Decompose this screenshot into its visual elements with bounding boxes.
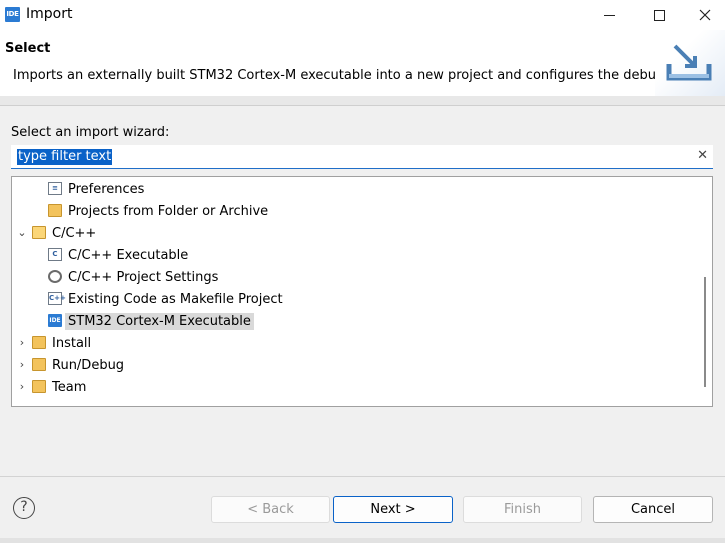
page-description: Imports an externally built STM32 Cortex… — [13, 68, 689, 83]
clear-filter-icon[interactable]: ✕ — [697, 148, 708, 163]
wizard-tree[interactable]: ≡ Preferences Projects from Folder or Ar… — [11, 176, 713, 407]
tree-item-projects-from-folder[interactable]: Projects from Folder or Archive — [12, 200, 692, 222]
tree-item-makefile-project[interactable]: C++ Existing Code as Makefile Project — [12, 288, 692, 310]
tree-item-label: Projects from Folder or Archive — [68, 204, 269, 219]
project-settings-icon — [48, 270, 62, 283]
title-bar: IDE Import — [0, 0, 725, 30]
cancel-button[interactable]: Cancel — [593, 496, 713, 523]
folder-open-icon — [32, 226, 46, 239]
tree-scrollbar[interactable] — [704, 277, 706, 387]
wizard-select-label: Select an import wizard: — [11, 125, 170, 140]
tree-item-label: C/C++ — [52, 226, 97, 241]
tree-item-stm32-executable[interactable]: IDE STM32 Cortex-M Executable — [12, 310, 692, 332]
tree-item-preferences[interactable]: ≡ Preferences — [12, 178, 692, 200]
tree-item-label-selected: STM32 Cortex-M Executable — [65, 313, 254, 330]
import-wizard-graphic — [655, 30, 725, 96]
chevron-right-icon[interactable]: › — [17, 358, 27, 371]
preferences-icon: ≡ — [48, 182, 62, 195]
filter-text[interactable]: type filter text — [17, 149, 113, 165]
next-button[interactable]: Next > — [333, 496, 453, 523]
app-icon: IDE — [5, 7, 20, 22]
folder-icon — [32, 336, 46, 349]
makefile-project-icon: C++ — [48, 292, 66, 305]
folder-icon — [32, 358, 46, 371]
minimize-button[interactable] — [586, 0, 632, 30]
tree-item-cpp-project-settings[interactable]: C/C++ Project Settings — [12, 266, 692, 288]
folder-icon — [48, 204, 62, 217]
finish-button[interactable]: Finish — [463, 496, 582, 523]
tree-item-team[interactable]: › Team — [12, 376, 692, 398]
minimize-icon — [603, 14, 615, 16]
filter-input[interactable]: type filter text ✕ — [11, 145, 713, 169]
chevron-right-icon[interactable]: › — [17, 380, 27, 393]
footer-divider — [0, 476, 725, 477]
tree-item-run-debug[interactable]: › Run/Debug — [12, 354, 692, 376]
maximize-icon — [653, 9, 665, 21]
tree-item-label: Install — [52, 336, 92, 351]
close-icon — [699, 9, 711, 21]
folder-icon — [32, 380, 46, 393]
c-executable-icon: C — [48, 248, 62, 261]
bottom-edge — [0, 538, 725, 543]
wizard-header: Select Imports an externally built STM32… — [0, 30, 725, 96]
tree-item-label: C/C++ Executable — [68, 248, 189, 263]
help-button[interactable]: ? — [13, 497, 35, 519]
chevron-down-icon[interactable]: ⌄ — [17, 226, 27, 239]
tree-item-label: Team — [52, 380, 87, 395]
stm32-ide-icon: IDE — [48, 314, 62, 327]
tree-item-label: Existing Code as Makefile Project — [68, 292, 283, 307]
back-button[interactable]: < Back — [211, 496, 330, 523]
maximize-button[interactable] — [636, 0, 682, 30]
tree-item-cpp-executable[interactable]: C C/C++ Executable — [12, 244, 692, 266]
tree-item-install[interactable]: › Install — [12, 332, 692, 354]
tree-item-label: Run/Debug — [52, 358, 125, 373]
tree-item-cpp[interactable]: ⌄ C/C++ — [12, 222, 692, 244]
tree-item-label: C/C++ Project Settings — [68, 270, 219, 285]
chevron-right-icon[interactable]: › — [17, 336, 27, 349]
page-title: Select — [5, 41, 51, 56]
close-button[interactable] — [682, 0, 725, 30]
tree-item-label: Preferences — [68, 182, 145, 197]
header-divider — [0, 105, 725, 106]
import-banner-icon — [666, 44, 712, 81]
window-title: Import — [26, 6, 73, 22]
